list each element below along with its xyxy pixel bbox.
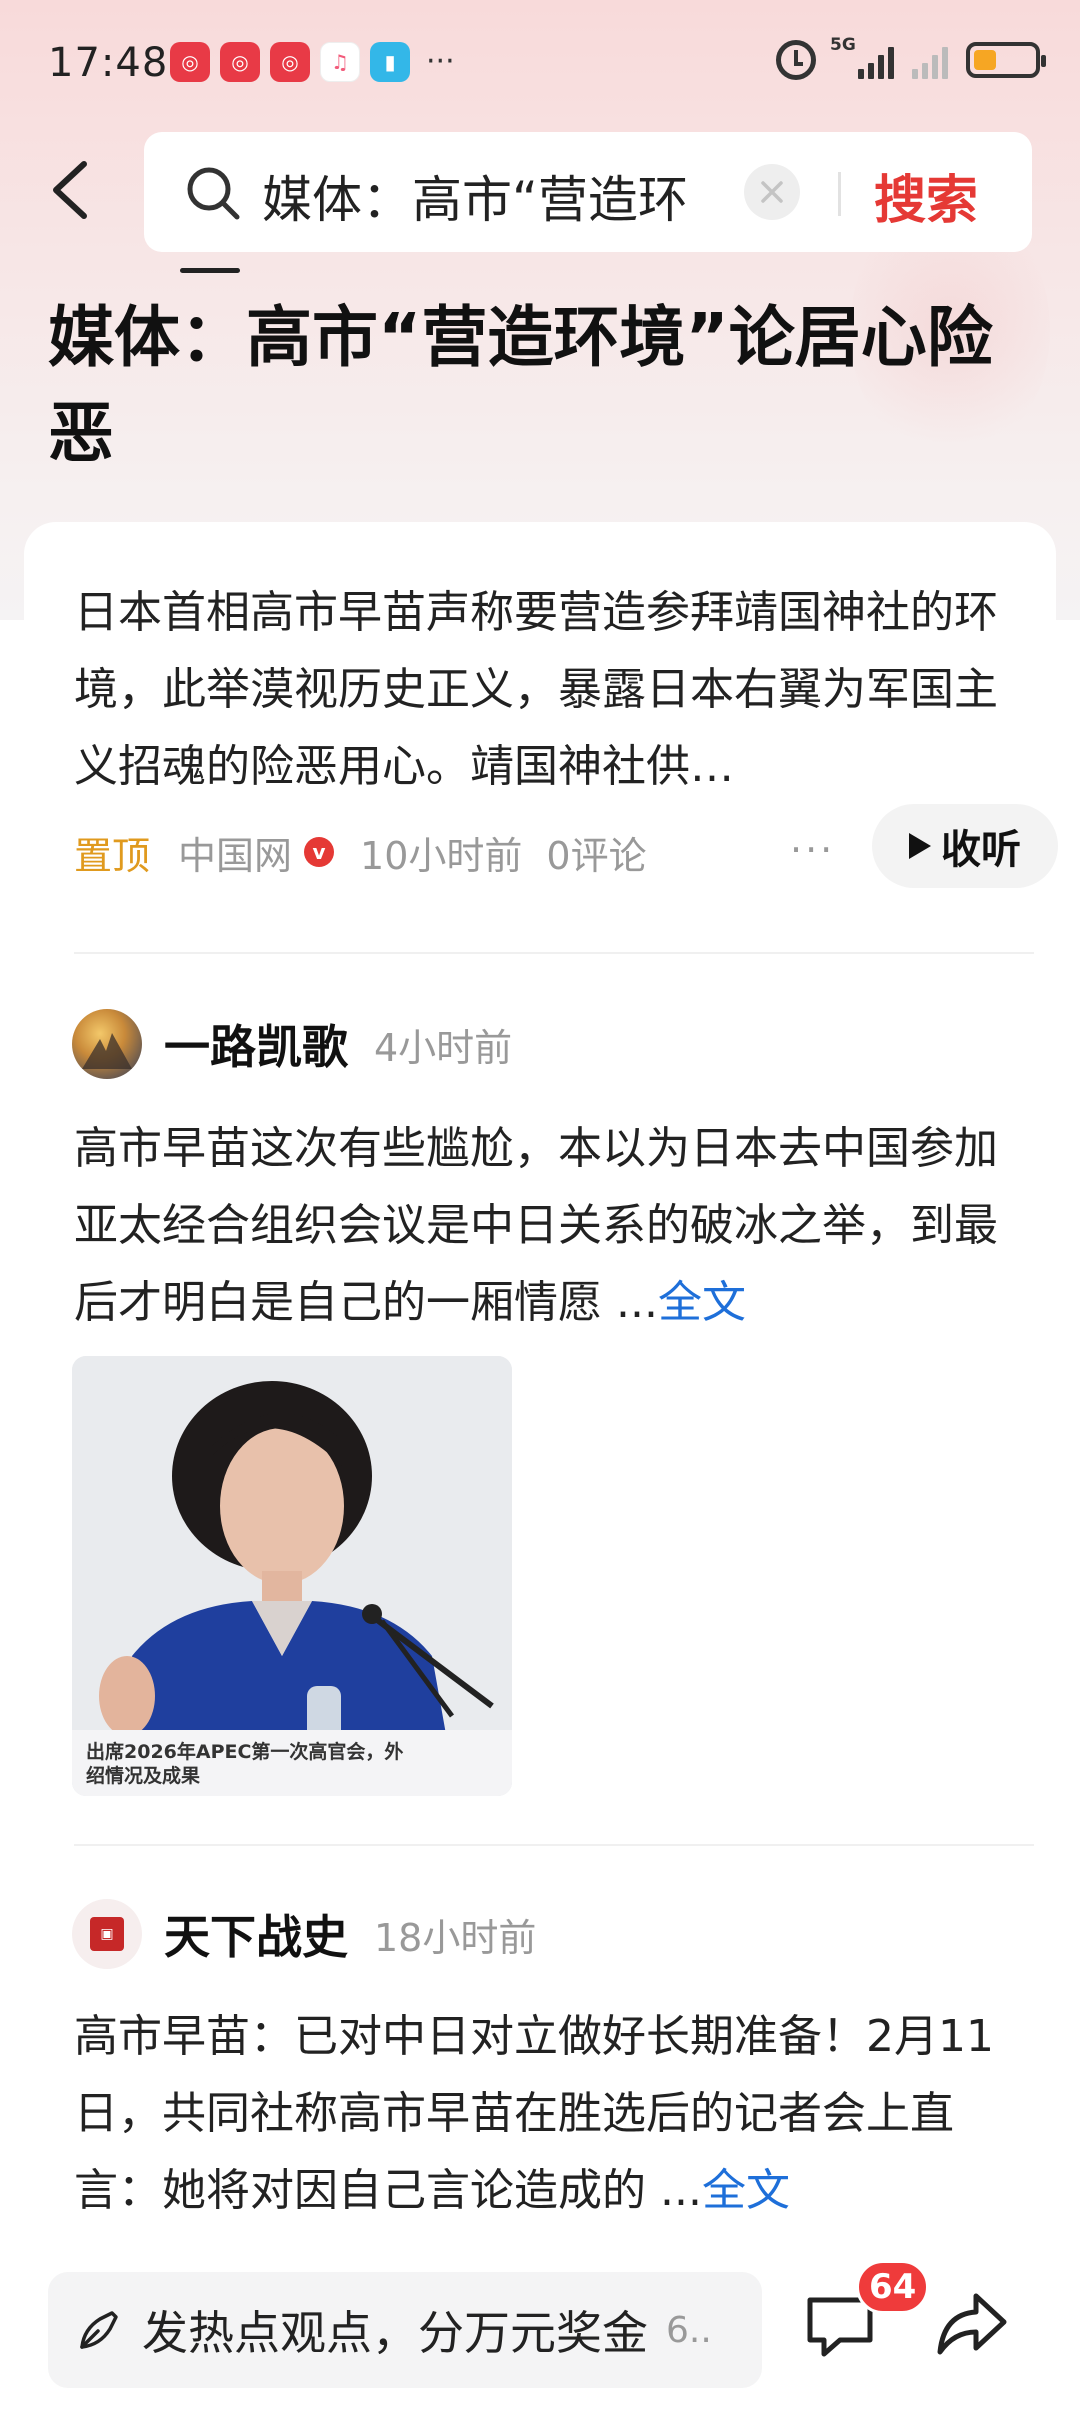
chevron-left-icon bbox=[53, 161, 87, 219]
tab-indicator bbox=[180, 268, 240, 273]
search-icon bbox=[187, 167, 240, 220]
share-icon bbox=[937, 2293, 1007, 2355]
close-icon bbox=[761, 181, 783, 203]
comment-input[interactable]: 发热点观点，分万元奖金 6.. bbox=[48, 2272, 762, 2388]
pen-icon bbox=[80, 2311, 118, 2349]
image-caption: 出席2026年APEC第一次高官会，外 绍情况及成果 bbox=[72, 1730, 512, 1796]
bottom-bar: 发热点观点，分万元奖金 6.. 64 bbox=[0, 2246, 1080, 2412]
pinned-badge: 置顶 bbox=[74, 833, 151, 878]
comment-count-badge: 64 bbox=[856, 2260, 930, 2314]
app-icon: ◎ bbox=[220, 42, 260, 82]
post-image[interactable]: 出席2026年APEC第一次高官会，外 绍情况及成果 bbox=[72, 1356, 512, 1796]
post-body: 高市早苗：已对中日对立做好长期准备！2月11日，共同社称高市早苗在胜选后的记者会… bbox=[74, 2011, 994, 2216]
post-text[interactable]: 高市早苗：已对中日对立做好长期准备！2月11日，共同社称高市早苗在胜选后的记者会… bbox=[74, 1998, 1034, 2229]
comment-suffix: 6.. bbox=[666, 2309, 712, 2351]
divider bbox=[74, 952, 1034, 954]
back-button[interactable] bbox=[40, 150, 100, 230]
comment-placeholder: 发热点观点，分万元奖金 bbox=[142, 2306, 648, 2360]
post-time: 4小时前 bbox=[374, 1025, 513, 1070]
network-type-label: 5G bbox=[830, 35, 856, 55]
clear-search-button[interactable] bbox=[744, 164, 800, 220]
music-icon: ♫ bbox=[320, 42, 360, 82]
search-button[interactable]: 搜索 bbox=[874, 158, 978, 233]
play-icon bbox=[909, 833, 931, 859]
avatar[interactable] bbox=[72, 1009, 142, 1079]
post-text[interactable]: 高市早苗这次有些尴尬，本以为日本去中国参加亚太经合组织会议是中日关系的破冰之举，… bbox=[74, 1110, 1034, 1341]
reader-icon: ▮ bbox=[370, 42, 410, 82]
article-summary[interactable]: 日本首相高市早苗声称要营造参拜靖国神社的环境，此举漠视历史正义，暴露日本右翼为军… bbox=[74, 574, 1024, 805]
divider bbox=[74, 1844, 1034, 1846]
article-title[interactable]: 媒体：高市“营造环境”论居心险恶 bbox=[48, 290, 1038, 482]
author-name[interactable]: 一路凯歌 bbox=[164, 1011, 348, 1077]
status-app-icons: ◎ ◎ ◎ ♫ ▮ ··· bbox=[170, 42, 455, 82]
app-icon: ◎ bbox=[270, 42, 310, 82]
seal-icon: ▣ bbox=[90, 1917, 124, 1951]
alarm-icon bbox=[776, 40, 816, 80]
comment-count: 0评论 bbox=[546, 833, 647, 878]
post-body: 高市早苗这次有些尴尬，本以为日本去中国参加亚太经合组织会议是中日关系的破冰之举，… bbox=[74, 1123, 998, 1328]
verified-icon: v bbox=[304, 837, 335, 867]
status-indicators: 5G bbox=[776, 35, 1046, 80]
post-time: 18小时前 bbox=[374, 1915, 537, 1960]
results-card: 日本首相高市早苗声称要营造参拜靖国神社的环境，此举漠视历史正义，暴露日本右翼为军… bbox=[24, 522, 1058, 2262]
source-name[interactable]: 中国网 bbox=[178, 825, 292, 880]
status-bar: 17:48 ◎ ◎ ◎ ♫ ▮ ··· 5G bbox=[0, 0, 1080, 130]
post-author-row[interactable]: 一路凯歌 4小时前 bbox=[72, 1006, 512, 1082]
article-meta: 置顶 中国网 v 10小时前 0评论 ··· 收听 bbox=[74, 804, 1058, 892]
share-button[interactable] bbox=[932, 2286, 1012, 2366]
read-more-link[interactable]: 全文 bbox=[702, 2165, 790, 2216]
listen-label: 收听 bbox=[941, 827, 1021, 873]
more-notifications-icon: ··· bbox=[426, 44, 455, 79]
avatar[interactable]: ▣ bbox=[72, 1899, 142, 1969]
publish-time: 10小时前 bbox=[360, 833, 523, 878]
signal-2-icon bbox=[912, 41, 948, 79]
search-box[interactable]: 媒体：高市“营造环 搜索 bbox=[144, 132, 1032, 252]
battery-icon bbox=[966, 42, 1046, 78]
more-options-icon[interactable]: ··· bbox=[790, 828, 835, 872]
post-author-row[interactable]: ▣ 天下战史 18小时前 bbox=[72, 1896, 536, 1972]
read-more-link[interactable]: 全文 bbox=[658, 1277, 746, 1328]
status-time: 17:48 bbox=[48, 40, 169, 86]
author-name[interactable]: 天下战史 bbox=[164, 1901, 348, 1967]
search-divider bbox=[838, 172, 841, 216]
listen-button[interactable]: 收听 bbox=[872, 804, 1058, 888]
signal-5g-icon: 5G bbox=[830, 35, 894, 79]
app-icon: ◎ bbox=[170, 42, 210, 82]
